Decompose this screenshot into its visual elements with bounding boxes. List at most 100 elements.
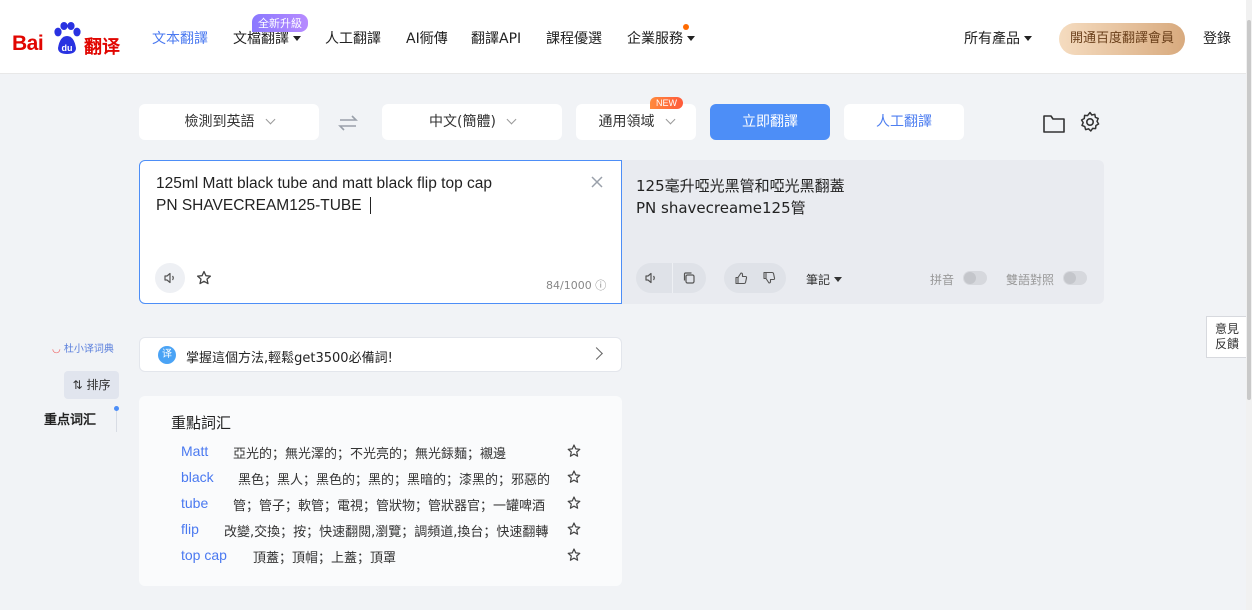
logo-du-text: du [62,43,73,53]
feedback-line-2: 反饋 [1214,337,1239,351]
key-word[interactable]: tube [181,495,208,511]
baidu-translate-logo[interactable]: Bai du 翻译 [12,20,124,58]
bilingual-label: 雙語對照 [1006,273,1055,287]
translate-badge-icon: 译 [158,346,176,364]
nav-ai-interpret[interactable]: AI衕傳 [406,28,448,48]
translate-now-button[interactable]: 立即翻譯 [710,104,830,140]
dictionary-logo-text: 杜小译词典 [63,344,114,355]
target-language-select[interactable]: 中文(簡體) [382,104,562,140]
key-words-title: 重點詞汇 [171,414,232,432]
chevron-down-icon [506,114,517,125]
scrollbar-thumb[interactable] [1247,20,1251,400]
audio-copy-group [636,263,706,293]
divider [672,263,673,293]
source-language-select[interactable]: 檢測到英語 [139,104,319,140]
bilingual-toggle[interactable] [1063,271,1087,285]
source-textarea[interactable]: 125ml Matt black tube and matt black fli… [156,173,492,217]
rail-active-dot [114,406,119,411]
nav-translate-api[interactable]: 翻譯API [471,28,521,48]
domain-select[interactable]: 通用領域 [576,104,696,140]
feedback-vote-group [724,263,786,293]
translation-text: 125毫升啞光黑管和啞光黑翻蓋 PN shavecreame125管 [636,175,845,219]
source-text-panel[interactable]: 125ml Matt black tube and matt black fli… [139,160,622,304]
sort-icon: ⇅ [72,378,83,392]
key-word-definition: 改變,交換；按；快速翻閱,瀏覽；調頻道,換台；快速翻轉 [224,525,549,540]
speaker-button[interactable] [155,263,185,293]
thumbs-down-icon[interactable] [762,271,776,285]
chevron-down-icon [265,114,275,125]
key-words-card: 重點詞汇 Matt 亞光的；無光澤的；不光亮的；無光銾麵；襯邊 black 黑色… [139,396,622,586]
nav-enterprise-label: 企業服務 [627,31,683,47]
key-word[interactable]: black [181,469,214,485]
chevron-right-icon [590,347,603,360]
dictionary-badge-icon: ◡ [52,344,61,355]
new-badge: NEW [650,97,683,109]
top-header: Bai du 翻译 文本翻譯 文檔翻譯 全新升級 人工翻譯 AI衕傳 翻譯API… [0,0,1252,74]
source-language-label: 檢測到英語 [184,114,255,130]
list-item: black 黑色；黑人；黑色的；黑的；黑暗的；漆黑的；邪惡的 [139,469,622,491]
upgrade-badge: 全新升級 [252,14,308,32]
star-icon[interactable] [567,548,581,562]
source-line-1: 125ml Matt black tube and matt black fli… [156,175,493,192]
key-word[interactable]: top cap [181,547,227,563]
star-icon[interactable] [567,496,581,510]
nav-human-translate[interactable]: 人工翻譯 [325,28,381,48]
pinyin-label: 拼音 [930,273,955,287]
notes-menu[interactable]: 筆記 [806,271,843,288]
key-word-definition: 黑色；黑人；黑色的；黑的；黑暗的；漆黑的；邪惡的 [238,473,551,488]
caret-down-icon [293,35,301,41]
nav-doc-translate-label: 文檔翻譯 [233,31,289,47]
nav-courses[interactable]: 課程優選 [546,28,602,48]
translation-line-2: PN shavecreame125管 [636,199,806,217]
speaker-icon[interactable] [644,271,658,285]
source-line-2: PN SHAVECREAM125-TUBE [156,197,362,214]
target-language-label: 中文(簡體) [429,114,496,130]
login-link[interactable]: 登錄 [1203,28,1231,48]
pinyin-toggle[interactable] [963,271,987,285]
star-icon[interactable] [196,270,212,286]
logo-fanyi-text: 翻译 [84,37,120,58]
rail-line [116,410,117,432]
key-word[interactable]: Matt [181,443,208,459]
key-word-definition: 亞光的；無光澤的；不光亮的；無光銾麵；襯邊 [233,447,507,462]
chevron-down-icon [665,114,675,125]
promo-tip-bar[interactable]: 译 掌握這個方法,輕鬆get3500必備詞! [139,337,622,372]
translation-result-panel: 125毫升啞光黑管和啞光黑翻蓋 PN shavecreame125管 筆記 拼音 … [622,160,1104,304]
caret-down-icon [834,277,843,282]
list-item: top cap 頂蓋；頂帽；上蓋；頂罩 [139,547,622,569]
list-item: flip 改變,交換；按；快速翻閱,瀏覽；調頻道,換台；快速翻轉 [139,521,622,543]
star-icon[interactable] [567,522,581,536]
caret-down-icon [1024,35,1032,41]
human-translate-button[interactable]: 人工翻譯 [844,104,964,140]
key-words-anchor[interactable]: 重点词汇 [44,409,96,428]
logo-bai-text: Bai [12,32,44,55]
all-products-menu[interactable]: 所有產品 [964,28,1032,48]
thumbs-up-icon[interactable] [734,271,748,285]
key-word[interactable]: flip [181,521,199,537]
copy-icon[interactable] [682,271,696,285]
key-word-definition: 管；管子；軟管；電視；管狀物；管狀器官；一罐啤酒 [233,499,546,514]
vip-membership-button[interactable]: 開通百度翻譯會員 [1059,23,1185,55]
dictionary-logo[interactable]: ◡ 杜小译词典 [52,340,114,355]
nav-text-translate[interactable]: 文本翻譯 [152,28,208,48]
nav-enterprise[interactable]: 企業服務 [627,28,695,48]
notes-label: 筆記 [806,273,831,287]
feedback-button[interactable]: 意見 反饋 [1206,316,1248,358]
translation-line-1: 125毫升啞光黑管和啞光黑翻蓋 [636,177,845,195]
close-icon[interactable] [590,175,604,189]
character-count: 84/1000 ⓘ [546,277,606,293]
gear-icon[interactable] [1078,110,1102,134]
text-cursor [369,197,371,215]
sort-label: 排序 [86,378,111,392]
sort-button[interactable]: ⇅ 排序 [64,371,119,399]
folder-icon[interactable] [1042,112,1066,134]
star-icon[interactable] [567,470,581,484]
list-item: Matt 亞光的；無光澤的；不光亮的；無光銾麵；襯邊 [139,443,622,465]
baidu-paw-icon: du [54,22,81,54]
info-icon: ⓘ [595,279,607,292]
character-count-value: 84/1000 [546,279,592,292]
speaker-icon [164,272,174,284]
star-icon[interactable] [567,444,581,458]
swap-languages-icon[interactable] [337,112,359,134]
notification-dot [683,24,689,30]
